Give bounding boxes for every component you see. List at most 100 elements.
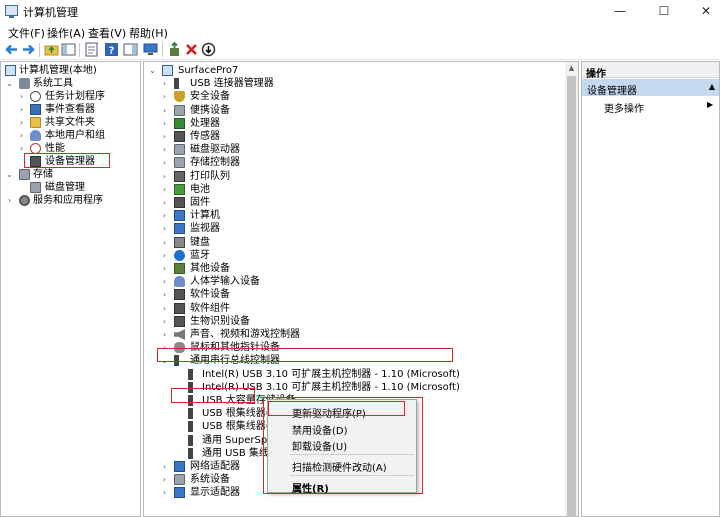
device-category[interactable]: › 便携设备 [160,104,570,117]
more-actions-link[interactable]: 更多操作 [604,100,644,115]
device-category[interactable]: › 处理器 [160,117,570,130]
up-folder-icon[interactable] [44,42,59,57]
chevron-right-icon[interactable]: › [17,142,26,155]
device-category[interactable]: › 存储控制器 [160,156,570,169]
context-properties[interactable]: 属性(R) [292,480,329,495]
device-category[interactable]: › 磁盘驱动器 [160,143,570,156]
tree-item-task-scheduler[interactable]: › 任务计划程序 [17,90,139,103]
device-category[interactable]: › 软件设备 [160,288,570,301]
device-category[interactable]: › 其他设备 [160,262,570,275]
chevron-right-icon[interactable]: › [160,143,169,156]
chevron-right-icon[interactable]: › [17,116,26,129]
device-category[interactable]: › 键盘 [160,236,570,249]
tree-item-system-tools[interactable]: ⌄ 系统工具 [5,77,139,90]
collapse-triangle-icon[interactable]: ▲ [709,82,715,91]
chevron-right-icon[interactable]: › [5,194,14,207]
chevron-right-icon[interactable]: › [160,236,169,249]
clock-icon [30,91,41,102]
properties-icon[interactable] [84,42,99,57]
disable-device-icon[interactable] [201,42,216,57]
device-category[interactable]: › 人体学输入设备 [160,275,570,288]
close-button[interactable]: ✕ [686,0,720,22]
chevron-right-icon[interactable]: › [160,156,169,169]
device-category[interactable]: › 蓝牙 [160,249,570,262]
device-category[interactable]: › 安全设备 [160,90,570,103]
tree-item-shared-folders[interactable]: › 共享文件夹 [17,116,139,129]
show-hide-tree-icon[interactable] [61,42,76,57]
usb-device[interactable]: Intel(R) USB 3.10 可扩展主机控制器 - 1.10 (Micro… [188,368,568,381]
chevron-right-icon[interactable]: › [17,103,26,116]
context-uninstall-device[interactable]: 卸载设备(U) [292,438,347,453]
chevron-right-icon[interactable]: › [160,473,169,486]
uninstall-x-icon[interactable] [184,42,199,57]
chevron-right-icon[interactable]: › [160,183,169,196]
device-category[interactable]: › 生物识别设备 [160,315,570,328]
tree-item-computer-management[interactable]: 计算机管理(本地) [5,64,139,77]
menu-action[interactable]: 操作(A) [47,25,85,41]
device-category[interactable]: › 打印队列 [160,170,570,183]
device-category[interactable]: › 监视器 [160,222,570,235]
minimize-button[interactable]: — [600,0,640,22]
actions-section-device-manager[interactable]: 设备管理器 ▲ [582,79,719,97]
chevron-right-icon[interactable]: › [160,460,169,473]
context-disable-device[interactable]: 禁用设备(D) [292,422,348,437]
tree-item-event-viewer[interactable]: › 事件查看器 [17,103,139,116]
chevron-right-icon[interactable]: › [160,249,169,262]
device-category[interactable]: › USB 连接器管理器 [160,77,570,90]
chevron-right-icon[interactable]: › [160,209,169,222]
device-category[interactable]: › 声音、视频和游戏控制器 [160,328,570,341]
chevron-right-icon[interactable]: › [160,104,169,117]
vertical-scrollbar[interactable]: ▲ [565,62,578,517]
scroll-up-icon[interactable]: ▲ [565,62,578,75]
help-icon[interactable]: ? [104,42,119,57]
chevron-right-icon[interactable]: › [160,90,169,103]
device-category[interactable]: ⌄ 通用串行总线控制器 [160,354,570,367]
action-pane-icon[interactable] [123,42,138,57]
device-category[interactable]: › 传感器 [160,130,570,143]
chevron-right-icon[interactable]: › [160,315,169,328]
tree-item-performance[interactable]: › 性能 [17,142,139,155]
chevron-right-icon[interactable]: › [160,328,169,341]
chevron-down-icon[interactable]: ⌄ [148,64,157,77]
device-category[interactable]: › 软件组件 [160,302,570,315]
maximize-button[interactable]: ☐ [644,0,684,22]
chevron-right-icon[interactable]: › [160,130,169,143]
chevron-right-icon[interactable]: › [160,486,169,499]
chevron-right-icon[interactable]: › [160,341,169,354]
usb-device[interactable]: Intel(R) USB 3.10 可扩展主机控制器 - 1.10 (Micro… [188,381,568,394]
menu-view[interactable]: 查看(V) [88,25,126,41]
device-category[interactable]: › 电池 [160,183,570,196]
chevron-right-icon[interactable]: › [160,170,169,183]
chevron-right-icon[interactable]: › [160,117,169,130]
chevron-right-icon[interactable]: › [160,288,169,301]
menu-file[interactable]: 文件(F) [8,25,45,41]
chevron-right-icon[interactable]: › [160,196,169,209]
device-category[interactable]: › 固件 [160,196,570,209]
device-category[interactable]: › 计算机 [160,209,570,222]
chevron-down-icon[interactable]: ⌄ [5,77,14,90]
tree-item-services-applications[interactable]: › 服务和应用程序 [5,194,139,207]
tree-item-disk-management[interactable]: 磁盘管理 [30,181,139,194]
device-category[interactable]: › 鼠标和其他指针设备 [160,341,570,354]
forward-arrow-icon[interactable] [21,42,36,57]
chevron-down-icon[interactable]: ⌄ [160,354,169,367]
scroll-thumb[interactable] [567,76,576,517]
chevron-right-icon[interactable]: › [17,90,26,103]
chevron-down-icon[interactable]: ⌄ [5,168,14,181]
chevron-right-icon[interactable]: › [160,77,169,90]
back-arrow-icon[interactable] [4,42,19,57]
context-scan-hardware[interactable]: 扫描检测硬件改动(A) [292,459,387,474]
chevron-right-icon[interactable]: › [160,302,169,315]
update-driver-icon[interactable] [167,42,182,57]
chevron-right-icon[interactable]: › [160,275,169,288]
monitor-icon[interactable] [143,42,158,57]
tree-item-device-manager[interactable]: 设备管理器 [30,155,110,168]
device-tree-root[interactable]: ⌄ SurfacePro7 [148,64,568,77]
chevron-right-icon[interactable]: › [160,222,169,235]
tree-item-storage[interactable]: ⌄ 存储 [5,168,139,181]
menu-help[interactable]: 帮助(H) [129,25,168,41]
chevron-right-icon[interactable]: › [17,129,26,142]
tree-item-local-users-groups[interactable]: › 本地用户和组 [17,129,139,142]
context-update-driver[interactable]: 更新驱动程序(P) [292,405,366,420]
chevron-right-icon[interactable]: › [160,262,169,275]
